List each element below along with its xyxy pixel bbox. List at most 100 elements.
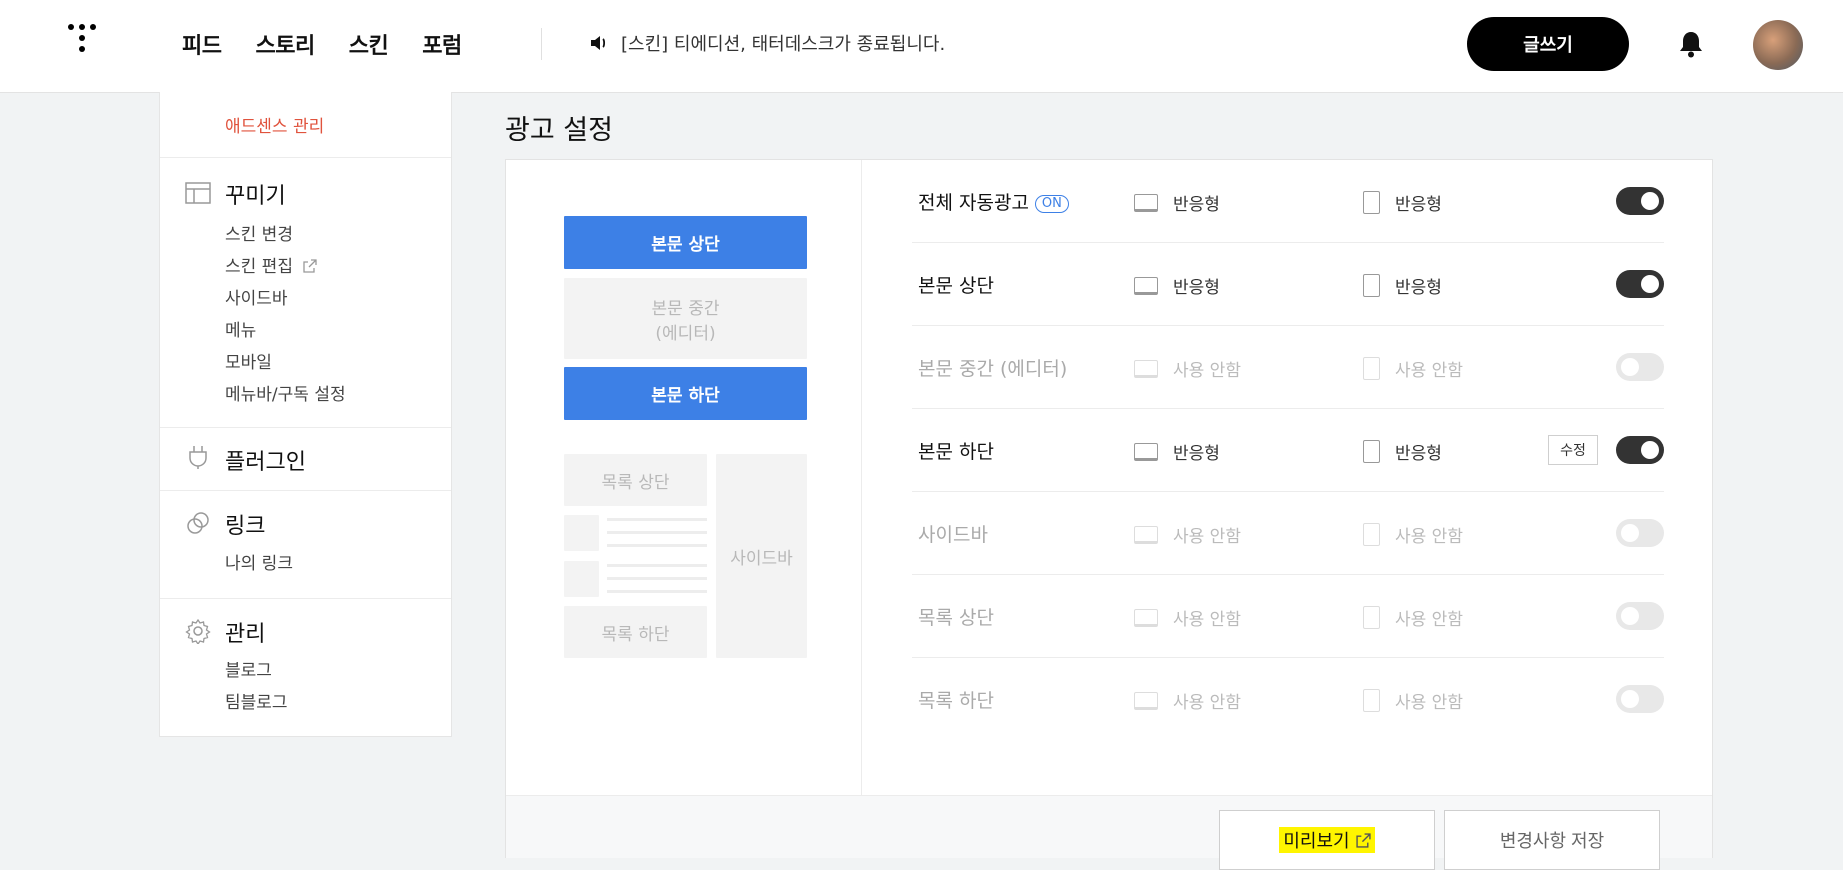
ad-row-sidebar: 사이드바 사용 안함 사용 안함 <box>912 492 1664 575</box>
sidebar: 애드센스 관리 꾸미기 스킨 변경 스킨 편집 사이드바 메뉴 모바일 메뉴바/… <box>159 92 452 737</box>
ad-row-body-top: 본문 상단 반응형 반응형 <box>912 243 1664 326</box>
row-label: 본문 중간 (에디터) <box>918 358 1068 380</box>
sidebar-group-plugin: 플러그인 <box>160 428 451 491</box>
ad-row-body-bottom: 본문 하단 반응형 반응형 수정 <box>912 409 1664 492</box>
nav-feed[interactable]: 피드 <box>182 28 222 60</box>
toggle-switch[interactable] <box>1616 270 1664 298</box>
write-button[interactable]: 글쓰기 <box>1467 17 1629 71</box>
sidebar-item-team-blog[interactable]: 팀블로그 <box>225 688 288 713</box>
sidebar-group-decorate: 꾸미기 스킨 변경 스킨 편집 사이드바 메뉴 모바일 메뉴바/구독 설정 <box>160 158 451 428</box>
sidebar-item-adsense[interactable]: 애드센스 관리 <box>225 112 324 137</box>
row-label: 사이드바 <box>918 524 988 546</box>
pc-value: 반응형 <box>1173 195 1220 215</box>
desktop-icon <box>1134 691 1158 710</box>
mobile-setting[interactable]: 사용 안함 <box>1363 688 1463 713</box>
toggle-switch[interactable] <box>1616 436 1664 464</box>
preview-text-line <box>607 590 707 593</box>
ad-row-auto: 전체 자동광고 ON 반응형 반응형 <box>912 160 1664 243</box>
sidebar-title-link[interactable]: 링크 <box>225 508 265 540</box>
pc-value: 사용 안함 <box>1173 361 1241 381</box>
pc-value: 사용 안함 <box>1173 610 1241 630</box>
pc-value: 사용 안함 <box>1173 527 1241 547</box>
row-label: 목록 상단 <box>918 607 994 629</box>
tistory-logo[interactable] <box>68 24 104 60</box>
toggle-switch[interactable] <box>1616 602 1664 630</box>
mobile-setting[interactable]: 사용 안함 <box>1363 522 1463 547</box>
divider <box>541 28 542 60</box>
main-nav: 피드 스토리 스킨 포럼 <box>182 28 496 60</box>
preview-text-line <box>607 577 707 580</box>
pc-setting[interactable]: 반응형 <box>1134 190 1220 215</box>
row-label: 전체 자동광고 ON <box>918 188 1069 215</box>
nav-skin[interactable]: 스킨 <box>349 28 389 60</box>
preview-block-bottom[interactable]: 본문 하단 <box>564 367 807 420</box>
toggle-switch[interactable] <box>1616 519 1664 547</box>
sidebar-item-skin-edit[interactable]: 스킨 편집 <box>225 252 318 277</box>
pc-setting[interactable]: 반응형 <box>1134 273 1220 298</box>
toggle-switch[interactable] <box>1616 353 1664 381</box>
preview-text-line <box>607 564 707 567</box>
top-bar: 피드 스토리 스킨 포럼 [스킨] 티에디션, 태터데스크가 종료됩니다. 글쓰… <box>0 0 1843 93</box>
preview-block-list-bottom[interactable]: 목록 하단 <box>564 606 707 658</box>
preview-block-middle[interactable]: 본문 중간 (에디터) <box>564 278 807 359</box>
mobile-icon <box>1363 523 1380 546</box>
mobile-setting[interactable]: 반응형 <box>1363 439 1442 464</box>
sidebar-group-manage: 관리 블로그 팀블로그 <box>160 599 451 737</box>
external-link-icon <box>1356 832 1371 848</box>
mobile-icon <box>1363 689 1380 712</box>
preview-block-sidebar[interactable]: 사이드바 <box>716 454 807 658</box>
sidebar-item-my-link[interactable]: 나의 링크 <box>225 549 293 574</box>
sidebar-item-sidebar[interactable]: 사이드바 <box>225 284 288 309</box>
sidebar-title-plugin[interactable]: 플러그인 <box>225 444 306 476</box>
preview-text-line <box>607 544 707 547</box>
pc-setting[interactable]: 사용 안함 <box>1134 605 1241 630</box>
preview-text-line <box>607 518 707 521</box>
mobile-setting[interactable]: 사용 안함 <box>1363 356 1463 381</box>
bell-icon[interactable] <box>1678 30 1704 58</box>
pc-value: 사용 안함 <box>1173 693 1241 713</box>
link-icon <box>187 512 209 534</box>
layout-icon <box>185 182 211 204</box>
pc-value: 반응형 <box>1173 278 1220 298</box>
pc-setting[interactable]: 사용 안함 <box>1134 688 1241 713</box>
preview-label: 미리보기 <box>1283 831 1350 851</box>
ad-settings-panel: 본문 상단 본문 중간 (에디터) 본문 하단 목록 상단 목록 하단 사이드바… <box>505 159 1713 870</box>
sidebar-item-label: 스킨 편집 <box>225 257 293 277</box>
sidebar-title-manage[interactable]: 관리 <box>225 616 265 648</box>
sidebar-item-mobile[interactable]: 모바일 <box>225 348 272 373</box>
toggle-switch[interactable] <box>1616 685 1664 713</box>
mobile-icon <box>1363 606 1380 629</box>
gear-icon <box>185 618 211 644</box>
preview-middle-line2: (에디터) <box>655 323 716 344</box>
mobile-setting[interactable]: 반응형 <box>1363 190 1442 215</box>
ad-row-body-middle: 본문 중간 (에디터) 사용 안함 사용 안함 <box>912 326 1664 409</box>
pc-setting[interactable]: 반응형 <box>1134 439 1220 464</box>
sidebar-item-menubar[interactable]: 메뉴바/구독 설정 <box>225 380 346 405</box>
sidebar-item-blog[interactable]: 블로그 <box>225 656 272 681</box>
pc-setting[interactable]: 사용 안함 <box>1134 356 1241 381</box>
row-label-text: 전체 자동광고 <box>918 192 1029 214</box>
desktop-icon <box>1134 525 1158 544</box>
preview-button[interactable]: 미리보기 <box>1219 810 1435 870</box>
nav-forum[interactable]: 포럼 <box>422 28 462 60</box>
edit-button[interactable]: 수정 <box>1548 435 1598 465</box>
mobile-setting[interactable]: 반응형 <box>1363 273 1442 298</box>
ad-row-list-bottom: 목록 하단 사용 안함 사용 안함 <box>912 658 1664 740</box>
nav-story[interactable]: 스토리 <box>255 28 315 60</box>
sidebar-item-menu[interactable]: 메뉴 <box>225 316 256 341</box>
ad-row-list-top: 목록 상단 사용 안함 사용 안함 <box>912 575 1664 658</box>
preview-text-line <box>607 531 707 534</box>
mobile-value: 사용 안함 <box>1395 610 1463 630</box>
sidebar-item-skin-change[interactable]: 스킨 변경 <box>225 220 293 245</box>
mobile-value: 사용 안함 <box>1395 361 1463 381</box>
pc-setting[interactable]: 사용 안함 <box>1134 522 1241 547</box>
toggle-switch[interactable] <box>1616 187 1664 215</box>
sidebar-title-decorate[interactable]: 꾸미기 <box>225 178 286 210</box>
notice-bar[interactable]: [스킨] 티에디션, 태터데스크가 종료됩니다. <box>589 30 945 56</box>
preview-block-top[interactable]: 본문 상단 <box>564 216 807 269</box>
save-changes-button[interactable]: 변경사항 저장 <box>1444 810 1660 870</box>
preview-block-list-top[interactable]: 목록 상단 <box>564 454 707 506</box>
mobile-setting[interactable]: 사용 안함 <box>1363 605 1463 630</box>
mobile-value: 반응형 <box>1395 444 1442 464</box>
avatar[interactable] <box>1753 20 1803 70</box>
